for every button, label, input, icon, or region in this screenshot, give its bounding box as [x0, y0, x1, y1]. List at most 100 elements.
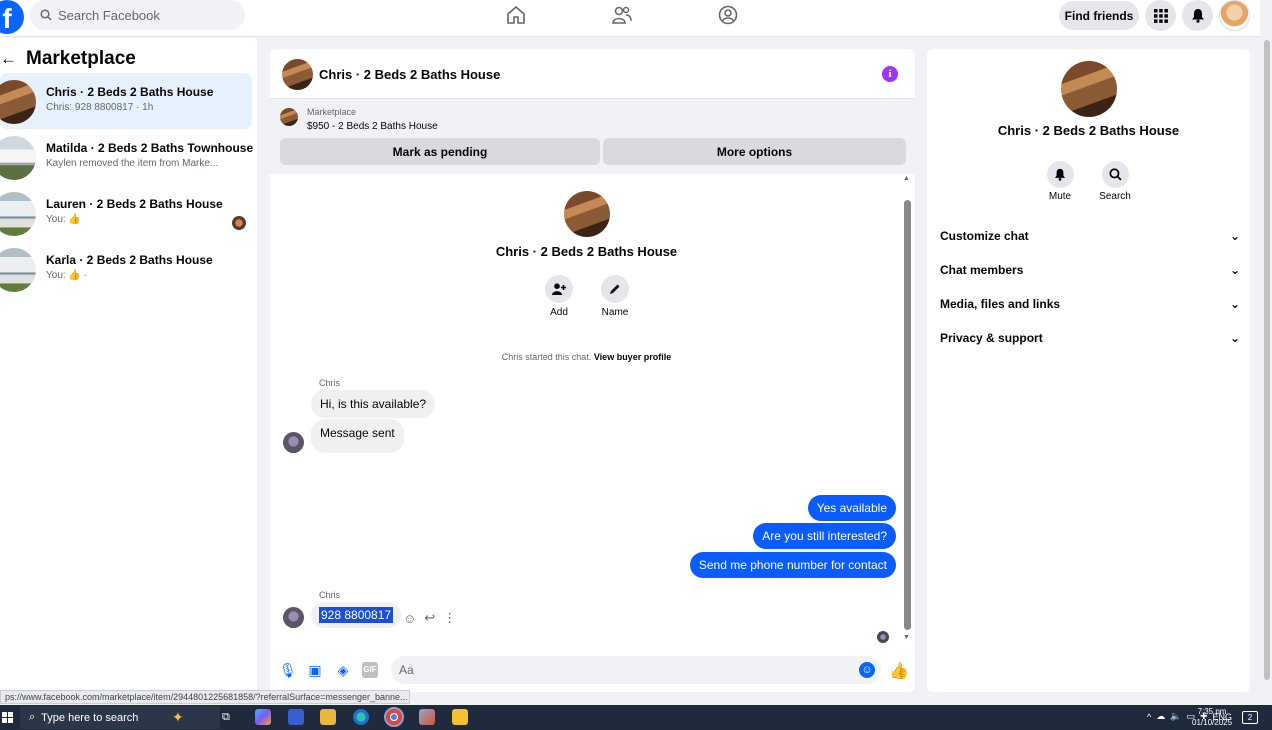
emoji-icon[interactable]: ☺	[859, 662, 875, 678]
intro-avatar	[564, 191, 610, 237]
edge-browser-icon[interactable]	[353, 709, 369, 725]
speaker-icon[interactable]: 🔈	[1170, 711, 1181, 722]
section-label: Media, files and links	[940, 297, 1061, 311]
chevron-down-icon: ⌄	[1229, 229, 1240, 243]
outgoing-message[interactable]: Yes available	[807, 495, 896, 521]
menu-button[interactable]	[1145, 0, 1176, 31]
react-emoji-icon[interactable]: ☺	[403, 611, 416, 626]
conversation-item-lauren[interactable]: Lauren · 2 Beds 2 Baths House You: 👍	[0, 185, 252, 241]
weather-icon[interactable]: ☁	[1156, 711, 1165, 722]
taskbar-search-box[interactable]: ⌕ Type here to search	[20, 706, 220, 729]
scroll-down-arrow-icon[interactable]: ▼	[903, 634, 910, 641]
details-avatar	[1061, 61, 1117, 117]
search-facebook-input[interactable]: Search Facebook	[30, 0, 245, 30]
chat-header: Chris · 2 Beds 2 Baths House i	[270, 49, 915, 99]
message-composer: 🎙 ▣ ◈ GIF Aa ☺ 👍	[270, 654, 915, 686]
friends-icon[interactable]	[611, 4, 633, 26]
clock-date: 01/10/2025	[1192, 718, 1233, 727]
mute-button[interactable]: Mute	[1035, 161, 1085, 202]
mark-as-pending-button[interactable]: Mark as pending	[280, 138, 600, 165]
message-input[interactable]: Aa	[391, 656, 881, 684]
page-scrollbar[interactable]	[1262, 38, 1272, 703]
paint-app-icon[interactable]	[419, 709, 435, 725]
section-label: Chat members	[940, 263, 1024, 277]
conversation-item-karla[interactable]: Karla · 2 Beds 2 Baths House You: 👍 ·	[0, 241, 252, 297]
listing-thumbnail	[0, 136, 36, 180]
search-in-chat-button[interactable]: Search	[1090, 161, 1140, 202]
more-actions-icon[interactable]: ⋮	[443, 610, 456, 626]
listing-thumbnail[interactable]	[280, 108, 298, 126]
chat-members-section[interactable]: Chat members ⌄	[940, 263, 1240, 277]
customize-chat-section[interactable]: Customize chat ⌄	[940, 229, 1240, 243]
search-placeholder: Search Facebook	[58, 7, 160, 23]
back-arrow-icon[interactable]: ←	[0, 49, 17, 69]
sidebar-title: Marketplace	[26, 48, 136, 69]
windows-start-icon[interactable]	[2, 712, 13, 723]
section-label: Privacy & support	[940, 331, 1043, 345]
conversation-preview: You: 👍 ·	[46, 270, 87, 281]
seen-avatar	[232, 216, 246, 230]
notifications-button[interactable]	[1182, 0, 1213, 31]
conversation-title: Chris · 2 Beds 2 Baths House	[46, 85, 214, 99]
account-avatar[interactable]	[1219, 0, 1250, 31]
media-files-links-section[interactable]: Media, files and links ⌄	[940, 297, 1240, 311]
selected-phone-text[interactable]: 928 8800817	[319, 607, 394, 623]
thread-scrollbar[interactable]	[904, 200, 911, 630]
chat-avatar[interactable]	[282, 59, 313, 90]
outgoing-message[interactable]: Are you still interested?	[753, 523, 896, 549]
reply-icon[interactable]: ↩	[424, 610, 435, 626]
more-options-button[interactable]: More options	[603, 138, 906, 165]
groups-icon[interactable]	[717, 4, 739, 26]
add-button[interactable]: Add	[529, 275, 589, 318]
notification-center-icon[interactable]: 2	[1242, 711, 1258, 724]
save-app-icon[interactable]	[288, 709, 304, 725]
conversation-item-matilda[interactable]: Matilda · 2 Beds 2 Baths Townhouse Kayle…	[0, 129, 253, 185]
microphone-icon[interactable]: 🎙	[279, 662, 297, 678]
home-icon[interactable]	[505, 4, 527, 26]
thumbs-up-icon[interactable]: 👍	[889, 661, 909, 681]
find-friends-button[interactable]: Find friends	[1059, 1, 1139, 30]
gif-icon[interactable]: GIF	[362, 662, 378, 678]
photo-icon[interactable]: ▣	[307, 662, 323, 678]
conversation-title: Karla · 2 Beds 2 Baths House	[46, 253, 213, 267]
listing-thumbnail	[0, 80, 36, 124]
copilot-sparkle-icon[interactable]: ✦	[172, 709, 188, 725]
conversation-item-chris[interactable]: Chris · 2 Beds 2 Baths House Chris: 928 …	[0, 73, 252, 129]
clock-time: 7:35 pm	[1197, 707, 1227, 716]
system-clock[interactable]: 7:35 pm 01/10/2025	[1192, 706, 1232, 728]
sender-avatar[interactable]	[283, 432, 304, 453]
conversation-preview: Chris: 928 8800817 · 1h	[46, 102, 154, 113]
sticker-icon[interactable]: ◈	[335, 662, 351, 678]
page-scroll-thumb[interactable]	[1264, 40, 1270, 680]
name-label: Name	[601, 307, 629, 318]
store-app-icon[interactable]	[320, 709, 336, 725]
task-view-icon[interactable]: ⧉	[222, 709, 238, 725]
incoming-message[interactable]: Hi, is this available?	[311, 390, 436, 418]
copilot-app-icon[interactable]	[255, 709, 271, 725]
incoming-message[interactable]: Message sent	[311, 419, 404, 453]
chevron-down-icon: ⌄	[1229, 331, 1240, 345]
chat-details-panel: Chris · 2 Beds 2 Baths House Mute Search…	[927, 49, 1250, 692]
conversation-preview: You: 👍	[46, 214, 81, 225]
scroll-up-arrow-icon[interactable]: ▲	[903, 175, 910, 182]
chrome-browser-icon[interactable]	[384, 707, 404, 727]
incoming-message-phone[interactable]: 928 8800817	[311, 602, 402, 628]
privacy-support-section[interactable]: Privacy & support ⌄	[940, 331, 1240, 345]
info-icon[interactable]: i	[882, 66, 898, 82]
file-explorer-icon[interactable]	[452, 709, 468, 725]
listing-price[interactable]: $950 - 2 Beds 2 Baths House	[307, 121, 438, 132]
chevron-up-icon[interactable]: ^	[1147, 712, 1151, 722]
mute-label: Mute	[1048, 191, 1072, 202]
message-thread: ▲ ▼ Chris · 2 Beds 2 Baths House Add Nam…	[270, 174, 915, 644]
listing-thumbnail	[0, 248, 36, 292]
listing-label: Marketplace	[307, 107, 357, 117]
name-button[interactable]: Name	[585, 275, 645, 318]
view-buyer-profile-link[interactable]: View buyer profile	[594, 352, 671, 362]
facebook-logo[interactable]: f	[0, 0, 24, 34]
chat-title[interactable]: Chris · 2 Beds 2 Baths House	[319, 67, 500, 82]
outgoing-message[interactable]: Send me phone number for contact	[689, 552, 896, 578]
search-label: Search	[1099, 191, 1131, 202]
chevron-down-icon: ⌄	[1229, 297, 1240, 311]
sender-avatar[interactable]	[283, 607, 304, 628]
marketplace-inbox-sidebar: ← Marketplace Chris · 2 Beds 2 Baths Hou…	[0, 38, 257, 703]
